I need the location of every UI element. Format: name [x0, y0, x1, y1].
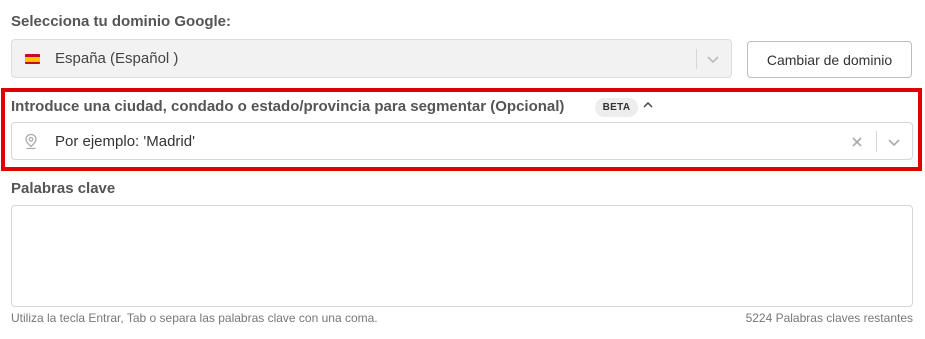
- chevron-down-icon[interactable]: [887, 136, 901, 148]
- domain-label: Selecciona tu dominio Google:: [11, 13, 232, 30]
- beta-badge: BETA: [595, 98, 638, 117]
- clear-icon[interactable]: [851, 136, 863, 148]
- location-pin-icon: [25, 133, 37, 150]
- keywords-help-text: Utiliza la tecla Entrar, Tab o separa la…: [11, 311, 378, 325]
- keywords-remaining-count: 5224 Palabras claves restantes: [745, 311, 913, 325]
- location-label: Introduce una ciudad, condado o estado/p…: [11, 98, 565, 115]
- city-input-placeholder: Por ejemplo: 'Madrid': [55, 133, 195, 150]
- keywords-label: Palabras clave: [11, 180, 116, 197]
- city-input[interactable]: Por ejemplo: 'Madrid': [11, 122, 913, 160]
- domain-select[interactable]: España (Español ): [11, 39, 732, 78]
- chevron-down-icon[interactable]: [706, 53, 720, 65]
- input-divider: [876, 131, 877, 152]
- chevron-up-icon[interactable]: [642, 100, 654, 110]
- spain-flag-icon: [25, 54, 40, 64]
- change-domain-button[interactable]: Cambiar de dominio: [747, 41, 912, 78]
- domain-select-value: España (Español ): [55, 50, 179, 67]
- select-divider: [696, 49, 697, 69]
- keywords-textarea[interactable]: [11, 205, 913, 307]
